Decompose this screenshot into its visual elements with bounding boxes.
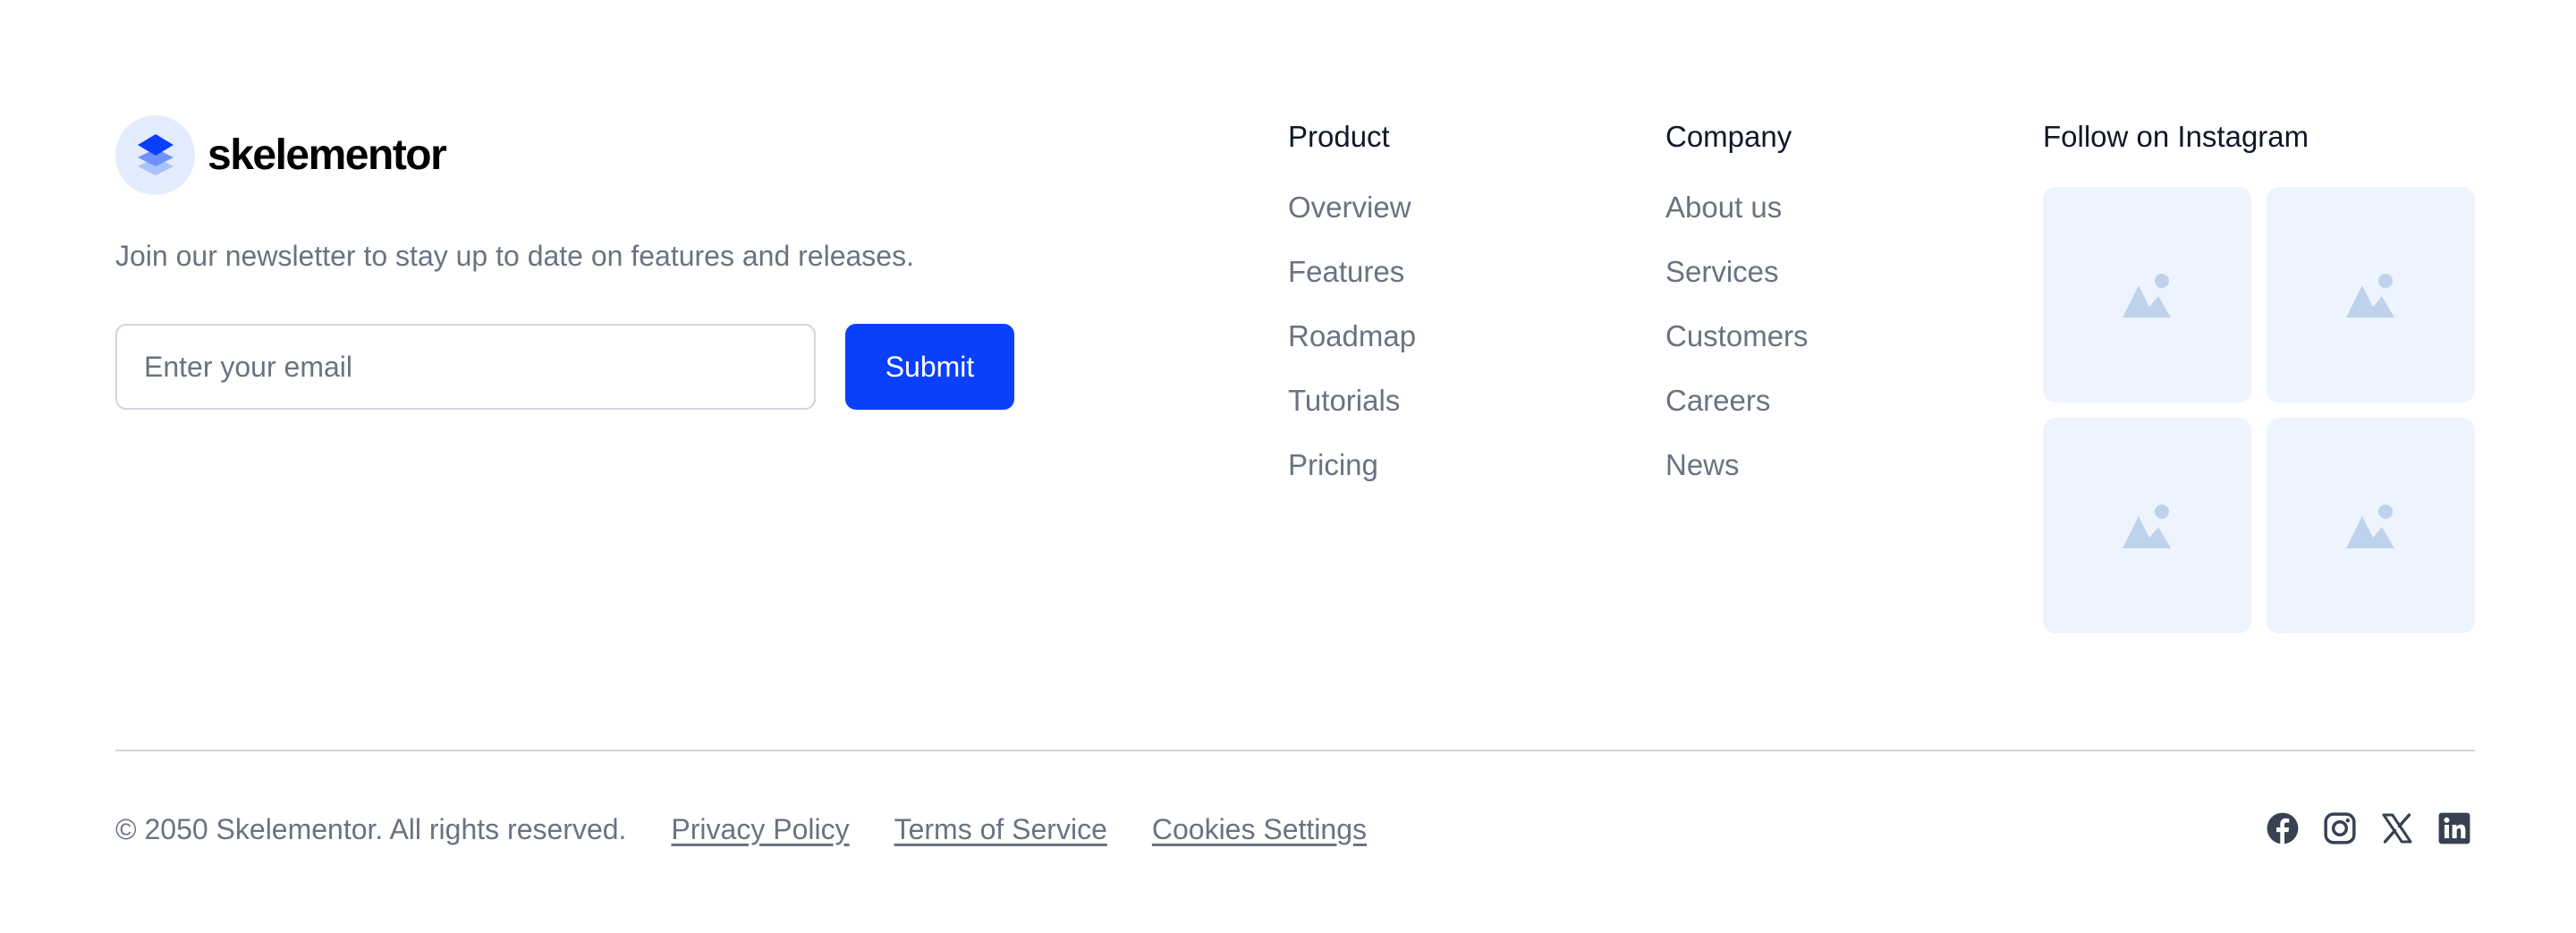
company-links: About us Services Customers Careers News bbox=[1665, 189, 1809, 511]
instagram-grid bbox=[2043, 187, 2475, 633]
product-links: Overview Features Roadmap Tutorials Pric… bbox=[1288, 189, 1416, 511]
newsletter-description: Join our newsletter to stay up to date o… bbox=[115, 240, 914, 272]
cookies-settings-link[interactable]: Cookies Settings bbox=[1152, 813, 1367, 846]
privacy-policy-link[interactable]: Privacy Policy bbox=[671, 813, 849, 846]
list-item: Overview bbox=[1288, 189, 1416, 253]
image-placeholder-icon bbox=[2122, 504, 2171, 548]
image-placeholder-icon bbox=[2345, 504, 2394, 548]
company-link-customers[interactable]: Customers bbox=[1665, 318, 1809, 355]
company-link-services[interactable]: Services bbox=[1665, 253, 1779, 291]
list-item: News bbox=[1665, 446, 1809, 511]
instagram-heading: Follow on Instagram bbox=[2043, 120, 2309, 153]
brand-name: skelementor bbox=[208, 131, 447, 179]
company-link-about[interactable]: About us bbox=[1665, 189, 1782, 226]
list-item: Careers bbox=[1665, 382, 1809, 446]
product-link-tutorials[interactable]: Tutorials bbox=[1288, 382, 1400, 420]
list-item: About us bbox=[1665, 189, 1809, 253]
copyright-text: © 2050 Skelementor. All rights reserved. bbox=[115, 812, 627, 845]
layers-icon bbox=[115, 115, 195, 195]
list-item: Services bbox=[1665, 253, 1809, 318]
product-heading: Product bbox=[1288, 120, 1390, 153]
terms-of-service-link[interactable]: Terms of Service bbox=[894, 813, 1107, 846]
product-column: Product Overview Features Roadmap Tutori… bbox=[1288, 118, 1416, 511]
company-link-careers[interactable]: Careers bbox=[1665, 382, 1770, 420]
social-links bbox=[2265, 809, 2472, 848]
site-footer: skelementor Join our newsletter to stay … bbox=[0, 0, 2576, 933]
list-item: Tutorials bbox=[1288, 382, 1416, 446]
company-column: Company About us Services Customers Care… bbox=[1665, 118, 1809, 511]
linkedin-icon[interactable] bbox=[2436, 810, 2472, 846]
list-item: Roadmap bbox=[1288, 318, 1416, 382]
product-link-roadmap[interactable]: Roadmap bbox=[1288, 318, 1416, 355]
instagram-section: Follow on Instagram bbox=[2043, 118, 2475, 633]
instagram-tile[interactable] bbox=[2267, 418, 2475, 633]
list-item: Customers bbox=[1665, 318, 1809, 382]
brand-logo-link[interactable]: skelementor bbox=[115, 115, 447, 195]
instagram-tile[interactable] bbox=[2043, 418, 2251, 633]
image-placeholder-icon bbox=[2122, 273, 2171, 318]
x-icon[interactable] bbox=[2379, 810, 2415, 846]
footer-legal-bar: © 2050 Skelementor. All rights reserved.… bbox=[115, 810, 1367, 849]
instagram-tile[interactable] bbox=[2043, 187, 2251, 403]
product-link-pricing[interactable]: Pricing bbox=[1288, 446, 1378, 484]
list-item: Features bbox=[1288, 253, 1416, 318]
instagram-tile[interactable] bbox=[2267, 187, 2475, 403]
email-input[interactable] bbox=[115, 324, 816, 410]
submit-button[interactable]: Submit bbox=[845, 324, 1014, 410]
company-link-news[interactable]: News bbox=[1665, 446, 1740, 484]
instagram-icon[interactable] bbox=[2322, 810, 2358, 846]
footer-divider bbox=[115, 750, 2475, 751]
product-link-features[interactable]: Features bbox=[1288, 253, 1404, 291]
company-heading: Company bbox=[1665, 120, 1792, 153]
image-placeholder-icon bbox=[2345, 273, 2394, 318]
product-link-overview[interactable]: Overview bbox=[1288, 189, 1411, 226]
list-item: Pricing bbox=[1288, 446, 1416, 511]
facebook-icon[interactable] bbox=[2265, 810, 2301, 846]
